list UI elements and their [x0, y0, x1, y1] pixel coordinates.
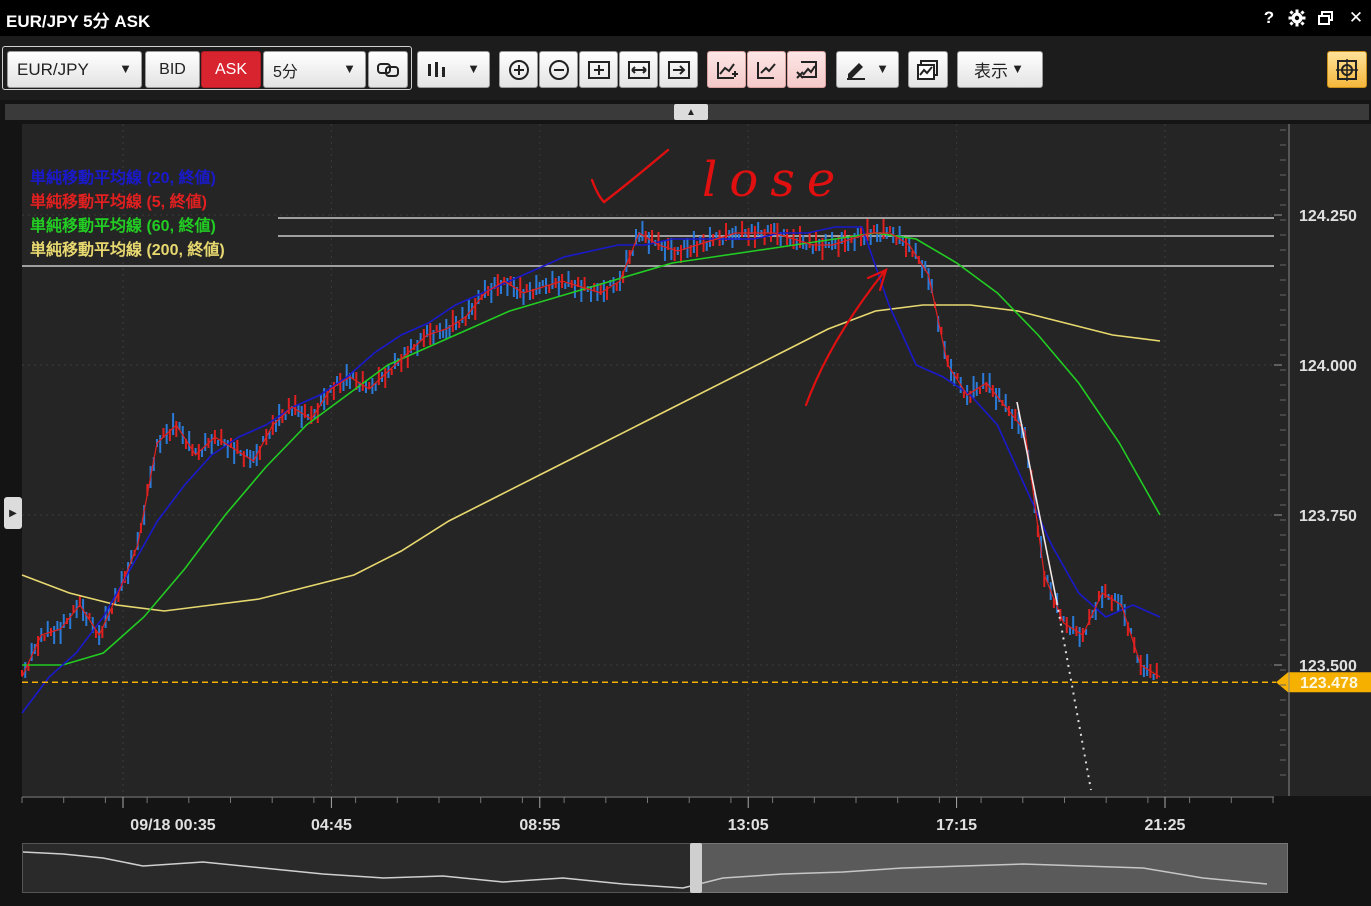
x-axis: 09/18 00:35 04:45 08:55 13:05 17:15 21:25 — [21, 796, 1274, 834]
add-drawing-button[interactable] — [707, 51, 746, 88]
chevron-down-icon: ▼ — [1011, 61, 1024, 76]
x-tick-label: 08:55 — [519, 817, 560, 834]
window-titlebar: EUR/JPY 5分 ASK ? ✕ — [0, 0, 1371, 36]
zoom-in-icon — [508, 59, 529, 80]
legend-item-sma60[interactable]: 単純移動平均線 (60, 終値) — [30, 215, 225, 239]
legend-item-sma200[interactable]: 単純移動平均線 (200, 終値) — [30, 239, 225, 263]
gear-icon — [1288, 9, 1306, 27]
chevron-down-icon: ▼ — [467, 61, 480, 76]
edit-drawing-button[interactable] — [747, 51, 786, 88]
restore-window-button[interactable] — [1313, 4, 1339, 32]
y-tick-label: 124.000 — [1299, 358, 1357, 375]
navigator-selection[interactable] — [697, 843, 1288, 893]
delete-drawing-button[interactable] — [787, 51, 826, 88]
pen-tool-select[interactable]: ▼ — [836, 51, 899, 88]
ask-button[interactable]: ASK — [201, 51, 261, 88]
expand-width-button[interactable] — [619, 51, 658, 88]
expand-width-icon — [627, 60, 650, 79]
indicator-button[interactable] — [908, 51, 948, 88]
side-panel-toggle[interactable]: ▶ — [4, 497, 22, 529]
crosshair-button[interactable] — [1327, 51, 1367, 88]
candlestick-icon — [428, 62, 445, 77]
zoom-in-button[interactable] — [499, 51, 538, 88]
y-tick-label: 123.750 — [1299, 508, 1357, 525]
scroll-latest-button[interactable] — [659, 51, 698, 88]
indicator-icon — [917, 59, 938, 80]
collapse-panel-button[interactable]: ▲ — [674, 104, 708, 120]
legend-item-sma20[interactable]: 単純移動平均線 (20, 終値) — [30, 167, 225, 191]
display-menu-label: 表示 — [974, 62, 1008, 81]
draw-edit-icon — [756, 61, 776, 79]
timeframe-select[interactable]: 5分 ▼ — [263, 51, 366, 88]
indicator-legend: 単純移動平均線 (20, 終値) 単純移動平均線 (5, 終値) 単純移動平均線… — [30, 167, 225, 263]
restore-window-icon — [1318, 11, 1333, 25]
link-icon — [377, 62, 399, 77]
symbol-value: EUR/JPY — [17, 59, 89, 79]
x-tick-label: 09/18 00:35 — [130, 817, 216, 834]
fit-chart-button[interactable] — [579, 51, 618, 88]
fit-chart-icon — [587, 60, 610, 79]
x-tick-label: 13:05 — [728, 817, 769, 834]
draw-delete-icon — [795, 60, 817, 79]
close-button[interactable]: ✕ — [1343, 4, 1369, 32]
chevron-down-icon: ▼ — [343, 61, 356, 76]
y-tick-label: 124.250 — [1299, 208, 1357, 225]
draw-add-icon — [716, 61, 738, 79]
annotation-text: lose — [702, 152, 847, 208]
timeframe-value: 5分 — [273, 63, 298, 81]
x-tick-label: 21:25 — [1145, 817, 1186, 834]
symbol-select[interactable]: EUR/JPY ▼ — [7, 51, 142, 88]
crosshair-icon — [1336, 58, 1358, 81]
zoom-out-icon — [548, 59, 569, 80]
legend-item-sma5[interactable]: 単純移動平均線 (5, 終値) — [30, 191, 225, 215]
bid-button[interactable]: BID — [145, 51, 200, 88]
chart-toolbar: EUR/JPY ▼ BID ASK 5分 ▼ ▼ ▼ 表示 ▼ — [0, 36, 1371, 100]
settings-button[interactable] — [1284, 4, 1310, 32]
pen-icon — [847, 63, 865, 80]
scroll-latest-icon — [667, 60, 690, 79]
y-tick-label: 123.500 — [1299, 658, 1357, 675]
help-button[interactable]: ? — [1256, 4, 1282, 32]
chevron-down-icon: ▼ — [119, 61, 132, 76]
zoom-out-button[interactable] — [539, 51, 578, 88]
x-tick-label: 17:15 — [936, 817, 977, 834]
chevron-down-icon: ▼ — [876, 61, 889, 76]
current-price-label: 123.478 — [1300, 675, 1358, 692]
link-chart-button[interactable] — [368, 51, 408, 88]
x-tick-label: 04:45 — [311, 817, 352, 834]
window-title: EUR/JPY 5分 ASK — [6, 12, 151, 31]
chart-type-select[interactable]: ▼ — [417, 51, 490, 88]
display-menu[interactable]: 表示 ▼ — [957, 51, 1043, 88]
navigator-handle[interactable] — [690, 843, 702, 893]
